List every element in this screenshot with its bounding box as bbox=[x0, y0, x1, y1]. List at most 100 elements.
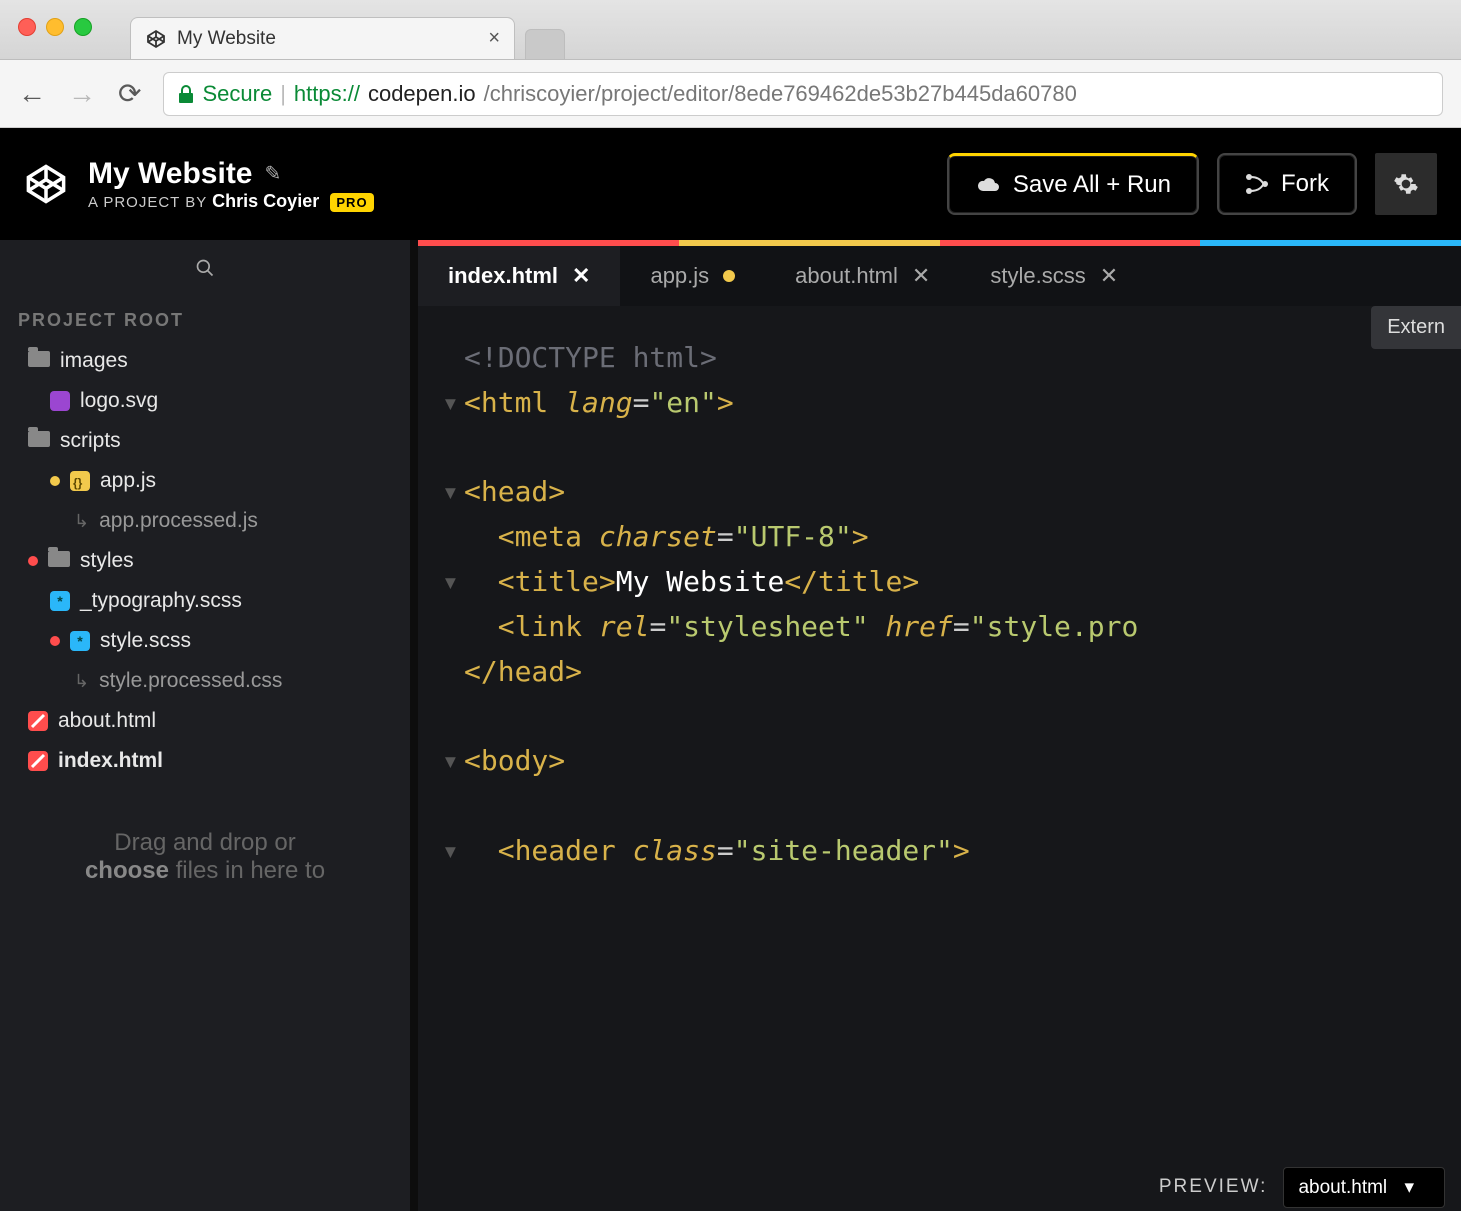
cloud-icon bbox=[975, 175, 1001, 195]
tab-close-icon[interactable]: ✕ bbox=[572, 263, 590, 289]
reload-button[interactable]: ⟳ bbox=[118, 77, 141, 110]
gear-icon bbox=[1393, 171, 1419, 197]
dropzone-choose: choose bbox=[85, 857, 169, 884]
preview-select[interactable]: about.html ▾ bbox=[1283, 1167, 1445, 1208]
fork-label: Fork bbox=[1281, 170, 1329, 198]
project-root-label: PROJECT ROOT bbox=[0, 296, 410, 341]
browser-tab-title: My Website bbox=[177, 28, 478, 50]
dirty-dot-icon bbox=[50, 636, 60, 646]
browser-tab-strip: My Website × bbox=[0, 0, 1461, 60]
fold-gutter-icon[interactable]: ▾ bbox=[442, 739, 464, 784]
fold-gutter-icon[interactable]: ▾ bbox=[442, 470, 464, 515]
scss-file-icon: * bbox=[50, 591, 70, 611]
save-run-label: Save All + Run bbox=[1013, 171, 1171, 199]
file-label: app.js bbox=[100, 469, 156, 493]
file-logo-svg[interactable]: logo.svg bbox=[0, 381, 410, 421]
code-line: <title>My Website</title> bbox=[464, 565, 919, 598]
folder-images[interactable]: images bbox=[0, 341, 410, 381]
project-byline-prefix: A PROJECT BY bbox=[88, 194, 207, 211]
code-line: <body> bbox=[464, 744, 565, 777]
folder-icon bbox=[48, 549, 70, 573]
file-label: about.html bbox=[58, 709, 156, 733]
external-resources-button[interactable]: Extern bbox=[1371, 306, 1461, 349]
back-button[interactable]: ← bbox=[18, 78, 46, 110]
save-run-button[interactable]: Save All + Run bbox=[947, 153, 1199, 215]
fold-gutter-icon[interactable]: ▾ bbox=[442, 381, 464, 426]
sidebar-search-button[interactable] bbox=[0, 240, 410, 296]
forward-button[interactable]: → bbox=[68, 78, 96, 110]
tab-dirty-dot-icon bbox=[723, 270, 735, 282]
file-label: style.scss bbox=[100, 629, 191, 653]
preview-value: about.html bbox=[1298, 1177, 1387, 1198]
editor: index.html✕app.jsabout.html✕style.scss✕ … bbox=[410, 240, 1461, 1211]
preview-label: PREVIEW: bbox=[1159, 1176, 1268, 1198]
code-line: <header class="site-header"> bbox=[464, 834, 970, 867]
file-label: index.html bbox=[58, 749, 163, 773]
codepen-logo-icon[interactable] bbox=[24, 162, 68, 206]
window-controls bbox=[18, 18, 92, 36]
dirty-dot-icon bbox=[28, 556, 38, 566]
svg-file-icon bbox=[50, 391, 70, 411]
project-author[interactable]: Chris Coyier bbox=[212, 191, 319, 211]
folder-scripts[interactable]: scripts bbox=[0, 421, 410, 461]
tab-close-icon[interactable]: ✕ bbox=[1100, 263, 1118, 289]
tab-close-icon[interactable]: ✕ bbox=[912, 263, 930, 289]
file-label: app.processed.js bbox=[99, 509, 258, 533]
fold-gutter-icon[interactable]: ▾ bbox=[442, 829, 464, 874]
editor-tab-app-js[interactable]: app.js bbox=[620, 246, 765, 306]
file-_typography-scss[interactable]: *_typography.scss bbox=[0, 581, 410, 621]
editor-tab-about-html[interactable]: about.html ✕ bbox=[765, 246, 960, 306]
secure-label: Secure bbox=[202, 81, 272, 107]
pro-badge: PRO bbox=[330, 193, 373, 212]
file-label: scripts bbox=[60, 429, 121, 453]
preview-bar: PREVIEW: about.html ▾ bbox=[1159, 1163, 1461, 1211]
address-bar[interactable]: Secure | https://codepen.io/chriscoyier/… bbox=[163, 72, 1443, 116]
file-app-js[interactable]: app.js bbox=[0, 461, 410, 501]
fork-button[interactable]: Fork bbox=[1217, 153, 1357, 215]
code-line: </head> bbox=[464, 655, 582, 688]
new-tab-button[interactable] bbox=[525, 29, 565, 59]
editor-tab-index-html[interactable]: index.html ✕ bbox=[418, 246, 620, 306]
window-maximize-button[interactable] bbox=[74, 18, 92, 36]
search-icon bbox=[195, 258, 215, 278]
child-arrow-icon: ↳ bbox=[74, 511, 89, 532]
code-line: <!DOCTYPE html> bbox=[464, 341, 717, 374]
file-style-processed-css[interactable]: ↳style.processed.css bbox=[0, 661, 410, 701]
child-arrow-icon: ↳ bbox=[74, 671, 89, 692]
dropzone[interactable]: Drag and drop or choose files in here to bbox=[24, 829, 386, 885]
window-minimize-button[interactable] bbox=[46, 18, 64, 36]
browser-tab[interactable]: My Website × bbox=[130, 17, 515, 59]
tab-label: index.html bbox=[448, 263, 558, 289]
codepen-favicon-icon bbox=[145, 28, 167, 50]
lock-icon bbox=[178, 85, 194, 103]
window-close-button[interactable] bbox=[18, 18, 36, 36]
project-title: My Website bbox=[88, 157, 253, 191]
tab-label: about.html bbox=[795, 263, 898, 289]
folder-styles[interactable]: styles bbox=[0, 541, 410, 581]
file-label: logo.svg bbox=[80, 389, 158, 413]
settings-button[interactable] bbox=[1375, 153, 1437, 215]
file-about-html[interactable]: about.html bbox=[0, 701, 410, 741]
file-label: styles bbox=[80, 549, 134, 573]
scss-file-icon: * bbox=[70, 631, 90, 651]
tab-label: style.scss bbox=[990, 263, 1085, 289]
app-header: My Website ✎ A PROJECT BY Chris Coyier P… bbox=[0, 128, 1461, 240]
folder-icon bbox=[28, 349, 50, 373]
file-index-html[interactable]: index.html bbox=[0, 741, 410, 781]
code-area[interactable]: <!DOCTYPE html>▾<html lang="en">▾<head> … bbox=[418, 306, 1461, 1211]
file-tree: images logo.svg scripts app.js ↳ app.processe… bbox=[0, 341, 410, 781]
editor-tab-style-scss[interactable]: style.scss ✕ bbox=[960, 246, 1148, 306]
url-path: /chriscoyier/project/editor/8ede769462de… bbox=[484, 81, 1077, 107]
browser-toolbar: ← → ⟳ Secure | https://codepen.io/chrisc… bbox=[0, 60, 1461, 128]
edit-title-icon[interactable]: ✎ bbox=[265, 161, 282, 186]
file-label: images bbox=[60, 349, 128, 373]
dropzone-line1: Drag and drop or bbox=[24, 829, 386, 857]
file-explorer: PROJECT ROOT images logo.svg scripts app.js… bbox=[0, 240, 410, 1211]
file-app-processed-js[interactable]: ↳ app.processed.js bbox=[0, 501, 410, 541]
tab-close-icon[interactable]: × bbox=[488, 27, 500, 50]
html-file-icon bbox=[28, 751, 48, 771]
fold-gutter-icon[interactable]: ▾ bbox=[442, 560, 464, 605]
main-area: PROJECT ROOT images logo.svg scripts app.js… bbox=[0, 240, 1461, 1211]
file-style-scss[interactable]: * style.scss bbox=[0, 621, 410, 661]
code-line: <meta charset="UTF-8"> bbox=[464, 520, 869, 553]
